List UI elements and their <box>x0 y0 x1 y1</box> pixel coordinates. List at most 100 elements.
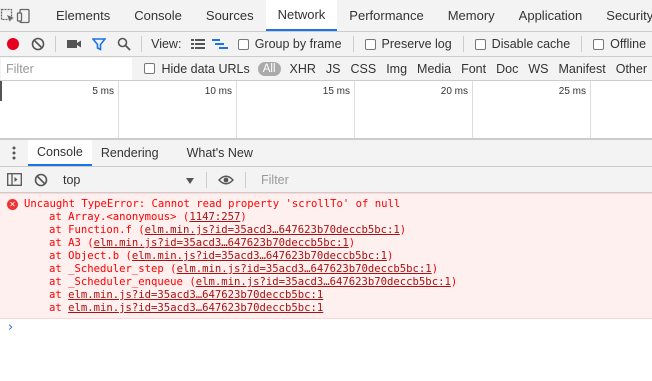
filter-funnel-icon[interactable] <box>86 32 111 56</box>
timeline-gridline <box>118 81 119 138</box>
toolbar-divider <box>206 171 207 188</box>
filter-input[interactable]: Filter <box>1 57 133 80</box>
checkbox-box[interactable] <box>144 63 156 74</box>
dropdown-arrow-icon <box>186 173 194 187</box>
execution-context-select[interactable]: top <box>60 170 200 190</box>
timeline-tick-label: 5 ms <box>92 86 114 97</box>
toolbar-divider <box>581 36 583 52</box>
clear-console-icon[interactable] <box>28 168 54 192</box>
toolbar-divider <box>141 36 143 52</box>
drawer-tab-console[interactable]: Console <box>28 140 92 166</box>
tab-network[interactable]: Network <box>265 0 338 31</box>
toolbar-divider <box>55 36 57 52</box>
tab-console[interactable]: Console <box>122 0 194 31</box>
live-expression-eye-icon[interactable] <box>212 168 240 192</box>
record-button[interactable] <box>0 32 25 56</box>
drawer-menu-icon[interactable] <box>0 140 28 166</box>
console-prompt-icon[interactable]: › <box>8 320 13 335</box>
disable-cache-checkbox[interactable]: Disable cache <box>474 37 571 51</box>
preserve-log-label: Preserve log <box>381 37 452 51</box>
drawer-tab-bar: Console Rendering What's New <box>0 139 652 167</box>
toolbar-divider <box>352 36 354 52</box>
drawer-tab-what-s-new[interactable]: What's New <box>178 140 262 166</box>
group-by-frame-label: Group by frame <box>254 37 342 51</box>
stack-frame-text: at <box>49 289 69 301</box>
checkbox-box[interactable] <box>364 38 376 50</box>
network-filter-bar: Filter Hide data URLs All XHR JS CSS Img Medi… <box>0 57 652 81</box>
source-link[interactable]: elm.min.js?id=35acd3…647623b70deccb5bc:1 <box>68 302 323 314</box>
tab-application[interactable]: Application <box>507 0 595 31</box>
type-filter-js[interactable]: JS <box>321 62 346 76</box>
error-icon: ✕ <box>7 199 18 210</box>
source-link[interactable]: elm.min.js?id=35acd3…647623b70deccb5bc:1 <box>177 263 432 275</box>
stack-frame: at elm.min.js?id=35acd3…647623b70deccb5b… <box>0 302 652 315</box>
timeline-gridline <box>354 81 355 138</box>
hide-data-urls-label: Hide data URLs <box>161 61 250 76</box>
source-link[interactable]: elm.min.js?id=35acd3…647623b70deccb5bc:1 <box>132 250 387 262</box>
timeline-tick-label: 25 ms <box>558 86 586 97</box>
checkbox-box[interactable] <box>593 38 605 50</box>
type-filter-all[interactable]: All <box>257 61 281 76</box>
search-icon[interactable] <box>111 32 136 56</box>
console-toolbar: top Filter <box>0 167 652 193</box>
tab-sources[interactable]: Sources <box>194 0 266 31</box>
stack-frame: at Object.b (elm.min.js?id=35acd3…647623… <box>0 250 652 263</box>
stack-frame: at elm.min.js?id=35acd3…647623b70deccb5b… <box>0 289 652 302</box>
stack-frame-text: at _Scheduler_enqueue ( <box>49 276 196 288</box>
device-toolbar-icon[interactable] <box>16 0 32 32</box>
type-filter-manifest[interactable]: Manifest <box>553 62 610 76</box>
stack-frame-text: ) <box>431 263 439 275</box>
timeline-start-marker <box>0 81 2 101</box>
stack-frame-text: ) <box>348 237 356 249</box>
checkbox-box[interactable] <box>237 38 249 50</box>
context-value: top <box>63 172 81 187</box>
large-rows-icon[interactable] <box>187 32 208 56</box>
console-filter-input[interactable]: Filter <box>261 173 289 187</box>
preserve-log-checkbox[interactable]: Preserve log <box>364 37 452 51</box>
group-by-frame-checkbox[interactable]: Group by frame <box>237 37 342 51</box>
screenshot-camera-icon[interactable] <box>61 32 86 56</box>
clear-icon[interactable] <box>25 32 50 56</box>
source-link[interactable]: elm.min.js?id=35acd3…647623b70deccb5bc:1 <box>68 289 323 301</box>
network-toolbar: View: Group by frame Preserve log Disabl… <box>0 32 652 57</box>
type-filter-other[interactable]: Other <box>611 62 652 76</box>
view-label: View: <box>151 37 182 51</box>
source-link[interactable]: elm.min.js?id=35acd3…647623b70deccb5bc:1 <box>145 224 400 236</box>
type-filter-css[interactable]: CSS <box>346 62 382 76</box>
type-filter-doc[interactable]: Doc <box>491 62 523 76</box>
network-overview-timeline[interactable]: 5 ms 10 ms 15 ms 20 ms 25 ms <box>0 81 652 139</box>
source-link[interactable]: elm.min.js?id=35acd3…647623b70deccb5bc:1 <box>94 237 349 249</box>
stack-frame-text: at Function.f ( <box>49 224 145 236</box>
stack-frame-text: at Array.<anonymous> ( <box>49 211 190 223</box>
source-link[interactable]: 1147:257 <box>189 211 240 223</box>
stack-frame: at _Scheduler_step (elm.min.js?id=35acd3… <box>0 263 652 276</box>
type-filter-xhr[interactable]: XHR <box>285 62 321 76</box>
offline-label: Offline <box>610 37 647 51</box>
checkbox-box[interactable] <box>474 38 486 50</box>
tab-memory[interactable]: Memory <box>436 0 507 31</box>
stack-frame-text: at Object.b ( <box>49 250 132 262</box>
hide-data-urls-checkbox[interactable]: Hide data URLs <box>144 61 250 76</box>
tab-performance[interactable]: Performance <box>337 0 435 31</box>
stack-frame: at A3 (elm.min.js?id=35acd3…647623b70dec… <box>0 237 652 250</box>
stack-frame-text: at <box>49 302 69 314</box>
source-link[interactable]: elm.min.js?id=35acd3…647623b70deccb5bc:1 <box>196 276 451 288</box>
type-filter-media[interactable]: Media <box>412 62 456 76</box>
stack-frame: at _Scheduler_enqueue (elm.min.js?id=35a… <box>0 276 652 289</box>
type-filter-ws[interactable]: WS <box>523 62 553 76</box>
tab-security[interactable]: Security <box>594 0 652 31</box>
inspect-element-icon[interactable] <box>0 0 16 32</box>
type-filter-font[interactable]: Font <box>456 62 491 76</box>
tab-elements[interactable]: Elements <box>44 0 122 31</box>
timeline-gridline <box>472 81 473 138</box>
type-filter-img[interactable]: Img <box>381 62 412 76</box>
stack-frame-text: ) <box>450 276 458 288</box>
stack-frame-text: at A3 ( <box>49 237 94 249</box>
show-sidebar-icon[interactable] <box>0 168 28 192</box>
waterfall-overview-icon[interactable] <box>209 32 232 56</box>
timeline-tick-label: 20 ms <box>440 86 468 97</box>
drawer-tab-rendering[interactable]: Rendering <box>92 140 168 166</box>
disable-cache-label: Disable cache <box>491 37 571 51</box>
stack-frame-text: ) <box>240 211 247 223</box>
offline-checkbox[interactable]: Offline <box>593 37 646 51</box>
